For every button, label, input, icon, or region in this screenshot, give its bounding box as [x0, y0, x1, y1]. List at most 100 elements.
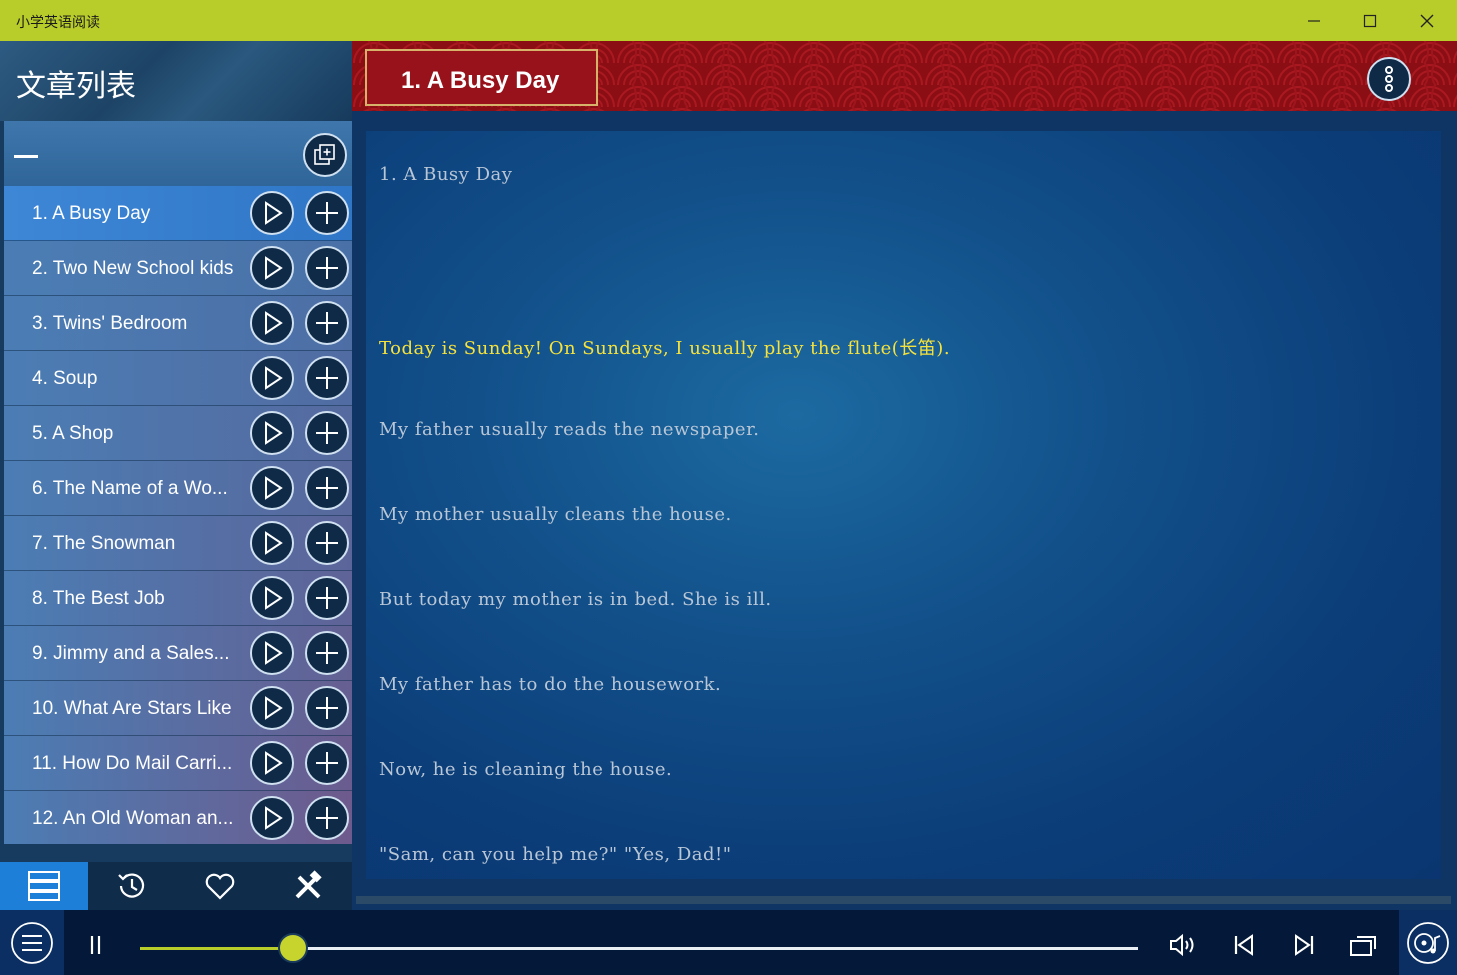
- add-to-playlist-button[interactable]: [305, 246, 349, 290]
- now-playing-button[interactable]: [1399, 910, 1457, 975]
- article-reader: 1. A Busy Day Today is Sunday! On Sunday…: [366, 131, 1441, 879]
- add-to-playlist-button[interactable]: [305, 191, 349, 235]
- article-line[interactable]: My father has to do the housework.: [379, 674, 721, 695]
- article-line[interactable]: "Sam, can you help me?" "Yes, Dad!": [379, 844, 732, 865]
- article-line[interactable]: My father usually reads the newspaper.: [379, 419, 759, 440]
- add-icon: [316, 532, 338, 554]
- article-list-item[interactable]: 4. Soup: [4, 351, 352, 406]
- player-bar: [0, 910, 1457, 975]
- list-icon: [28, 871, 60, 901]
- add-to-playlist-button[interactable]: [305, 686, 349, 730]
- heart-icon: [205, 873, 235, 900]
- tab-history[interactable]: [88, 862, 176, 910]
- article-list-item[interactable]: 10. What Are Stars Like: [4, 681, 352, 736]
- add-to-playlist-button[interactable]: [305, 521, 349, 565]
- progress-slider[interactable]: [140, 933, 1138, 963]
- play-article-button[interactable]: [250, 301, 294, 345]
- collapse-icon[interactable]: [14, 155, 38, 158]
- article-line[interactable]: But today my mother is in bed. She is il…: [379, 589, 772, 610]
- volume-button[interactable]: [1168, 930, 1198, 960]
- article-list-item[interactable]: 8. The Best Job: [4, 571, 352, 626]
- tab-favorites[interactable]: [176, 862, 264, 910]
- window-title: 小学英语阅读: [16, 14, 100, 30]
- article-title: 1. A Busy Day: [32, 203, 151, 224]
- list-toolbar: [4, 121, 352, 186]
- play-icon: [265, 311, 283, 335]
- article-list-item[interactable]: 2. Two New School kids: [4, 241, 352, 296]
- play-article-button[interactable]: [250, 466, 294, 510]
- title-bar: 小学英语阅读: [0, 0, 1457, 41]
- article-list-item[interactable]: 3. Twins' Bedroom: [4, 296, 352, 351]
- article-line[interactable]: My mother usually cleans the house.: [379, 504, 732, 525]
- article-line-current[interactable]: Today is Sunday! On Sundays, I usually p…: [379, 334, 950, 360]
- close-button[interactable]: [1399, 0, 1455, 41]
- add-to-playlist-button[interactable]: [305, 741, 349, 785]
- maximize-button[interactable]: [1342, 0, 1398, 41]
- play-article-button[interactable]: [250, 521, 294, 565]
- pause-button[interactable]: [80, 930, 110, 960]
- sidebar-heading: 文章列表: [16, 69, 136, 104]
- article-line[interactable]: Now, he is cleaning the house.: [379, 759, 672, 780]
- previous-button[interactable]: [1229, 930, 1259, 960]
- article-title: 11. How Do Mail Carri...: [32, 753, 233, 774]
- next-button[interactable]: [1289, 930, 1319, 960]
- add-to-playlist-button[interactable]: [305, 796, 349, 840]
- play-article-button[interactable]: [250, 741, 294, 785]
- article-list-item[interactable]: 12. An Old Woman an...: [4, 791, 352, 844]
- close-icon: [1420, 14, 1434, 27]
- sidebar-header: 文章列表: [0, 41, 352, 121]
- add-to-playlist-icon: [314, 144, 335, 165]
- play-article-button[interactable]: [250, 411, 294, 455]
- article-line: 1. A Busy Day: [379, 164, 513, 185]
- play-icon: [265, 256, 283, 280]
- add-icon: [316, 367, 338, 389]
- article-title: 9. Jimmy and a Sales...: [32, 643, 230, 664]
- tab-list[interactable]: [0, 862, 88, 910]
- add-to-playlist-button[interactable]: [305, 411, 349, 455]
- add-all-button[interactable]: [303, 133, 347, 177]
- menu-button[interactable]: [0, 910, 64, 975]
- article-list-item[interactable]: 9. Jimmy and a Sales...: [4, 626, 352, 681]
- play-icon: [265, 476, 283, 500]
- minimize-button[interactable]: [1286, 0, 1342, 41]
- play-icon: [265, 531, 283, 555]
- progress-fill: [140, 947, 293, 950]
- article-list-item[interactable]: 1. A Busy Day: [4, 186, 352, 241]
- more-options-button[interactable]: [1367, 57, 1411, 101]
- tab-tools[interactable]: [264, 862, 352, 910]
- add-to-playlist-button[interactable]: [305, 301, 349, 345]
- sidebar: 文章列表 1. A Busy Day 2. Two New School kids…: [0, 41, 352, 910]
- play-article-button[interactable]: [250, 356, 294, 400]
- add-icon: [316, 312, 338, 334]
- article-list-item[interactable]: 11. How Do Mail Carri...: [4, 736, 352, 791]
- add-icon: [316, 422, 338, 444]
- play-article-button[interactable]: [250, 576, 294, 620]
- article-title: 12. An Old Woman an...: [32, 808, 234, 829]
- play-article-button[interactable]: [250, 246, 294, 290]
- add-to-playlist-button[interactable]: [305, 576, 349, 620]
- play-icon: [265, 586, 283, 610]
- article-list-item[interactable]: 5. A Shop: [4, 406, 352, 461]
- repeat-mode-button[interactable]: [1348, 930, 1378, 960]
- horizontal-scrollbar[interactable]: [356, 896, 1451, 904]
- article-title: 2. Two New School kids: [32, 258, 234, 279]
- progress-thumb[interactable]: [277, 933, 308, 963]
- article-list-item[interactable]: 7. The Snowman: [4, 516, 352, 571]
- add-to-playlist-button[interactable]: [305, 356, 349, 400]
- play-article-button[interactable]: [250, 191, 294, 235]
- play-article-button[interactable]: [250, 631, 294, 675]
- play-article-button[interactable]: [250, 686, 294, 730]
- skip-previous-icon: [1234, 934, 1253, 956]
- add-to-playlist-button[interactable]: [305, 631, 349, 675]
- play-icon: [265, 201, 283, 225]
- play-icon: [265, 641, 283, 665]
- add-icon: [316, 697, 338, 719]
- maximize-icon: [1363, 14, 1377, 27]
- article-list-item[interactable]: 6. The Name of a Wo...: [4, 461, 352, 516]
- play-article-button[interactable]: [250, 796, 294, 840]
- add-to-playlist-button[interactable]: [305, 466, 349, 510]
- article-title: 5. A Shop: [32, 423, 114, 444]
- add-icon: [316, 807, 338, 829]
- add-icon: [316, 642, 338, 664]
- banner-title-box: 1. A Busy Day: [365, 49, 598, 106]
